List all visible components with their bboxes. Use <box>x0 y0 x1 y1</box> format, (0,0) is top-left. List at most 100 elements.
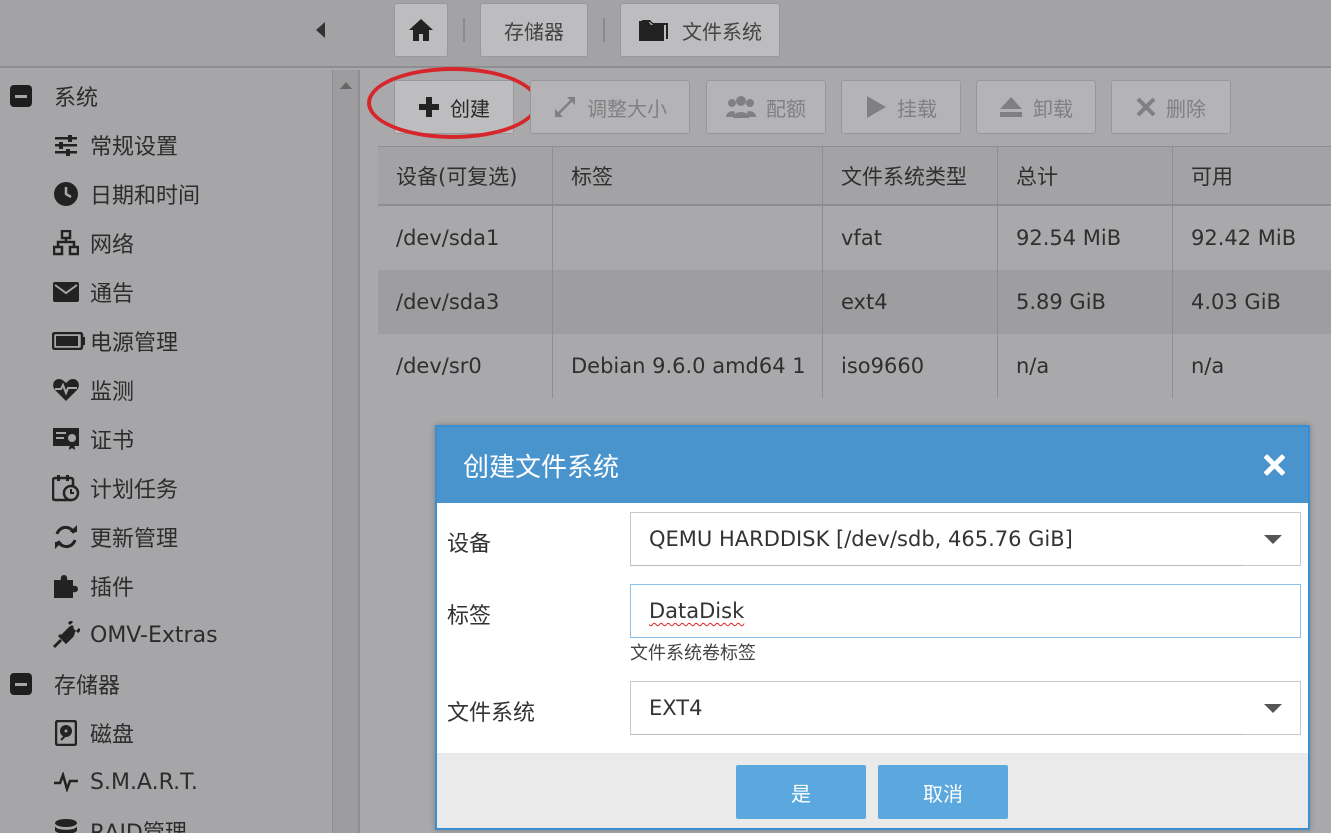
breadcrumb-storage[interactable]: 存储器 <box>480 3 588 57</box>
sidebar-group-system[interactable]: 系统 <box>10 76 98 116</box>
sidebar-item-power[interactable]: 电源管理 <box>52 321 178 361</box>
sidebar-item-notification[interactable]: 通告 <box>52 272 134 312</box>
sidebar-item-update-management[interactable]: 更新管理 <box>52 517 178 557</box>
field-underline <box>631 734 1243 735</box>
scroll-up-icon[interactable] <box>340 82 352 89</box>
sidebar-item-label: 监测 <box>90 380 135 405</box>
home-icon <box>409 19 433 41</box>
filesystem-select-value: EXT4 <box>649 696 703 720</box>
table-row[interactable]: /dev/sda1 vfat 92.54 MiB 92.42 MiB <box>378 206 1331 270</box>
heartbeat-icon <box>52 376 80 404</box>
sidebar-item-label: 电源管理 <box>90 331 179 356</box>
play-icon <box>867 96 886 118</box>
sidebar-item-label: 通告 <box>90 282 135 307</box>
envelope-icon <box>52 278 80 306</box>
unmount-button-label: 卸载 <box>1033 96 1073 121</box>
cancel-button[interactable]: 取消 <box>878 765 1008 819</box>
table-cell: 92.54 MiB <box>998 206 1173 270</box>
table-cell: /dev/sr0 <box>378 334 553 398</box>
ok-button[interactable]: 是 <box>736 765 866 819</box>
sidebar-item-certificate[interactable]: 证书 <box>52 419 134 459</box>
expand-icon <box>555 97 575 117</box>
sidebar-item-smart[interactable]: S.M.A.R.T. <box>52 762 198 802</box>
delete-button[interactable]: 删除 <box>1111 80 1231 134</box>
home-button[interactable] <box>394 3 448 57</box>
column-header-total[interactable]: 总计 <box>998 147 1173 204</box>
table-cell: /dev/sda3 <box>378 270 553 334</box>
harddisk-icon <box>52 719 80 747</box>
sidebar-item-label: 网络 <box>90 233 135 258</box>
network-icon <box>52 229 80 257</box>
table-cell: /dev/sda1 <box>378 206 553 270</box>
label-label: 标签 <box>447 604 492 629</box>
sliders-icon <box>52 131 80 159</box>
table-cell <box>553 270 823 334</box>
column-header-label[interactable]: 标签 <box>553 147 823 204</box>
table-cell: vfat <box>823 206 998 270</box>
mount-button[interactable]: 挂载 <box>841 80 961 134</box>
chevron-down-icon[interactable] <box>1264 535 1282 544</box>
database-icon <box>52 817 80 833</box>
refresh-icon <box>52 523 80 551</box>
table-row[interactable]: /dev/sda3 ext4 5.89 GiB 4.03 GiB <box>378 270 1331 334</box>
label-input-value: DataDisk <box>649 599 745 623</box>
sidebar-item-scheduled-jobs[interactable]: 计划任务 <box>52 468 178 508</box>
pulse-icon <box>52 768 80 796</box>
sidebar-item-disks[interactable]: 磁盘 <box>52 713 134 753</box>
sidebar-item-label: RAID管理 <box>90 815 187 833</box>
label-input[interactable]: DataDisk <box>630 584 1301 638</box>
dialog-header: 创建文件系统 <box>437 427 1308 503</box>
sidebar-group-storage[interactable]: 存储器 <box>10 664 120 704</box>
puzzle-icon <box>52 572 80 600</box>
close-icon <box>1136 97 1156 117</box>
column-header-fstype[interactable]: 文件系统类型 <box>823 147 998 204</box>
sidebar-item-monitoring[interactable]: 监测 <box>52 370 134 410</box>
sidebar-item-raid[interactable]: RAID管理 <box>52 811 187 833</box>
highlight-circle <box>367 67 539 139</box>
clock-icon <box>52 180 80 208</box>
unmount-button[interactable]: 卸载 <box>976 80 1096 134</box>
table-cell: n/a <box>998 334 1173 398</box>
column-header-device[interactable]: 设备(可复选) <box>378 147 553 204</box>
eject-icon <box>1000 97 1022 117</box>
collapse-icon <box>10 673 32 695</box>
device-label: 设备 <box>447 532 492 557</box>
sidebar-item-label: 计划任务 <box>90 478 179 503</box>
collapse-icon <box>10 85 32 107</box>
quota-button-label: 配额 <box>766 96 806 121</box>
sidebar-item-label: 更新管理 <box>90 527 179 552</box>
device-select[interactable]: QEMU HARDDISK [/dev/sdb, 465.76 GiB] <box>630 512 1301 566</box>
breadcrumb-separator <box>603 18 605 42</box>
column-header-available[interactable]: 可用 <box>1173 147 1331 204</box>
battery-icon <box>52 327 86 355</box>
collapse-sidebar-icon[interactable] <box>314 20 328 40</box>
table-cell: ext4 <box>823 270 998 334</box>
table-cell: 4.03 GiB <box>1191 290 1281 314</box>
plug-icon <box>52 621 80 649</box>
quota-button[interactable]: 配额 <box>706 80 826 134</box>
sidebar-item-datetime[interactable]: 日期和时间 <box>52 174 200 214</box>
sidebar-item-omv-extras[interactable]: OMV-Extras <box>52 615 218 655</box>
filesystem-label: 文件系统 <box>447 701 536 726</box>
resize-button[interactable]: 调整大小 <box>530 80 690 134</box>
sidebar-group-label: 存储器 <box>54 674 121 699</box>
sidebar-item-network[interactable]: 网络 <box>52 223 134 263</box>
certificate-icon <box>52 425 80 453</box>
table-cell: 92.42 MiB <box>1191 226 1297 250</box>
filesystem-select[interactable]: EXT4 <box>630 681 1301 735</box>
sidebar-item-label: OMV-Extras <box>90 622 218 648</box>
sidebar-scrollbar[interactable] <box>332 70 358 833</box>
chevron-down-icon[interactable] <box>1264 704 1282 713</box>
breadcrumb-filesystem-label: 文件系统 <box>682 19 762 44</box>
label-hint: 文件系统卷标签 <box>630 643 756 664</box>
sidebar-item-label: 磁盘 <box>90 723 135 748</box>
sidebar-item-label: 插件 <box>90 576 135 601</box>
sidebar-item-plugins[interactable]: 插件 <box>52 566 134 606</box>
table-cell: n/a <box>1191 354 1225 378</box>
breadcrumb-filesystem[interactable]: 文件系统 <box>620 3 780 57</box>
sidebar-item-general-settings[interactable]: 常规设置 <box>52 125 178 165</box>
close-icon[interactable] <box>1262 453 1286 477</box>
create-filesystem-dialog: 创建文件系统 设备 QEMU HARDDISK [/dev/sdb, 465.7… <box>435 425 1310 830</box>
table-row[interactable]: /dev/sr0 Debian 9.6.0 amd64 1 iso9660 n/… <box>378 334 1331 398</box>
filesystem-table: 设备(可复选) 标签 文件系统类型 总计 可用 /dev/sda1 vfat 9… <box>378 146 1331 398</box>
